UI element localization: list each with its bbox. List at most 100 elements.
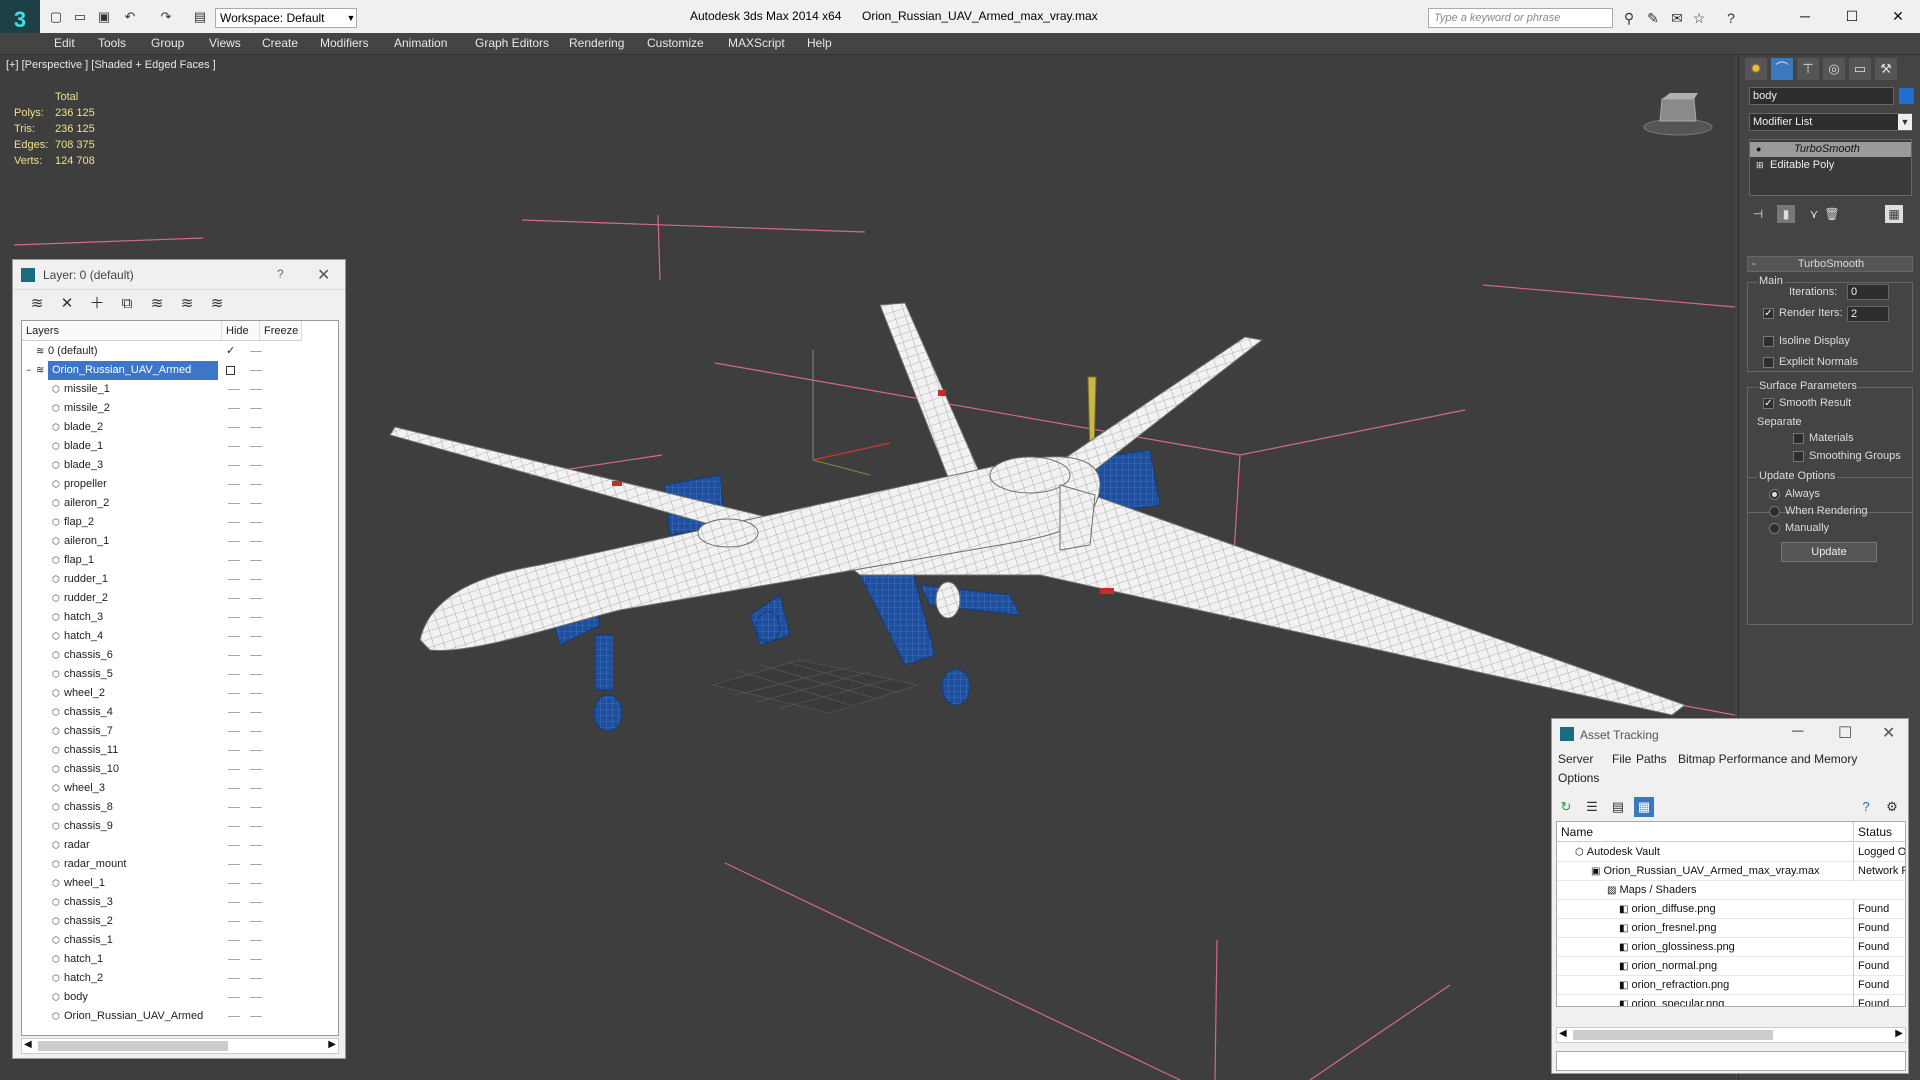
freeze-toggle[interactable]	[250, 788, 262, 789]
hide-toggle[interactable]	[228, 940, 240, 941]
workspace-dropdown[interactable]: Workspace: Default	[215, 8, 357, 28]
menu-customize[interactable]: Customize	[647, 36, 704, 50]
freeze-toggle[interactable]	[250, 883, 262, 884]
hide-toggle[interactable]	[228, 788, 240, 789]
hide-toggle[interactable]	[228, 978, 240, 979]
hide-toggle[interactable]	[228, 693, 240, 694]
layer-object-row[interactable]: ⬡ hatch_4	[22, 627, 338, 646]
turbosmooth-rollout-header[interactable]: - TurboSmooth	[1747, 256, 1913, 272]
freeze-toggle[interactable]	[250, 370, 262, 371]
open-file-icon[interactable]: ▭	[72, 9, 88, 25]
close-icon[interactable]: ✕	[317, 265, 330, 285]
menu-maxscript[interactable]: MAXScript	[728, 36, 785, 50]
hide-toggle[interactable]	[228, 389, 240, 390]
maximize-icon[interactable]: ☐	[1838, 723, 1852, 743]
asset-row[interactable]: ▨ Maps / Shaders	[1557, 881, 1905, 900]
help-icon[interactable]: ?	[277, 267, 284, 281]
asset-row[interactable]: ◧ orion_glossiness.png Found	[1557, 938, 1905, 957]
asset-row[interactable]: ▣ Orion_Russian_UAV_Armed_max_vray.max Net…	[1557, 862, 1905, 881]
menu-tools[interactable]: Tools	[98, 36, 126, 50]
viewport-label[interactable]: [+] [Perspective ] [Shaded + Edged Faces…	[6, 59, 216, 71]
freeze-toggle[interactable]	[250, 769, 262, 770]
menu-options[interactable]: Options	[1558, 771, 1599, 785]
layer-object-row[interactable]: ⬡ radar_mount	[22, 855, 338, 874]
make-unique-icon[interactable]: ⋎	[1805, 205, 1823, 223]
layer-object-row[interactable]: ⬡ wheel_1	[22, 874, 338, 893]
freeze-toggle[interactable]	[250, 921, 262, 922]
menu-edit[interactable]: Edit	[54, 36, 75, 50]
menu-bitmap-performance[interactable]: Bitmap Performance and Memory	[1678, 752, 1857, 766]
hide-toggle[interactable]	[228, 826, 240, 827]
hide-toggle[interactable]	[228, 750, 240, 751]
hide-toggle[interactable]	[228, 921, 240, 922]
hide-toggle[interactable]	[228, 408, 240, 409]
layer-object-row[interactable]: ⬡ chassis_9	[22, 817, 338, 836]
layer-row-selected[interactable]: − ≋ Orion_Russian_UAV_Armed	[22, 361, 338, 380]
modifier-stack[interactable]: ● TurboSmooth ⊞ Editable Poly	[1749, 139, 1912, 196]
menu-file[interactable]: File	[1612, 752, 1631, 766]
hide-toggle[interactable]	[228, 560, 240, 561]
scroll-right-icon[interactable]: ▶	[328, 1039, 336, 1050]
table-view-icon[interactable]: ▦	[1634, 797, 1654, 817]
motion-tab-icon[interactable]: ◎	[1823, 58, 1845, 80]
freeze-all-layers-icon[interactable]: ≋	[207, 294, 227, 314]
freeze-toggle[interactable]	[250, 997, 262, 998]
freeze-toggle[interactable]	[250, 712, 262, 713]
iterations-spinner[interactable]: 0	[1847, 284, 1889, 300]
save-file-icon[interactable]: ▣	[96, 9, 112, 25]
manually-radio[interactable]	[1769, 523, 1780, 534]
menu-rendering[interactable]: Rendering	[569, 36, 624, 50]
hide-toggle[interactable]	[228, 674, 240, 675]
asset-row[interactable]: ◧ orion_normal.png Found	[1557, 957, 1905, 976]
asset-row[interactable]: ◧ orion_refraction.png Found	[1557, 976, 1905, 995]
hide-toggle[interactable]	[228, 864, 240, 865]
scrollbar-thumb[interactable]	[1573, 1030, 1773, 1040]
object-color-swatch[interactable]	[1899, 88, 1914, 104]
freeze-toggle[interactable]	[250, 560, 262, 561]
layer-object-row[interactable]: ⬡ hatch_3	[22, 608, 338, 627]
remove-modifier-icon[interactable]: 🗑	[1823, 205, 1841, 223]
freeze-toggle[interactable]	[250, 522, 262, 523]
freeze-toggle[interactable]	[250, 408, 262, 409]
layer-object-row[interactable]: ⬡ wheel_2	[22, 684, 338, 703]
layer-object-row[interactable]: ⬡ hatch_1	[22, 950, 338, 969]
asset-row[interactable]: ⬡ Autodesk Vault Logged O	[1557, 843, 1905, 862]
hide-toggle[interactable]	[228, 579, 240, 580]
menu-modifiers[interactable]: Modifiers	[320, 36, 369, 50]
render-iters-checkbox[interactable]: ✓	[1763, 308, 1774, 319]
layer-object-row[interactable]: ⬡ aileron_1	[22, 532, 338, 551]
layer-object-row[interactable]: ⬡ missile_2	[22, 399, 338, 418]
close-button[interactable]: ✕	[1878, 4, 1918, 28]
select-in-layer-icon[interactable]: ⧉	[117, 294, 137, 314]
freeze-toggle[interactable]	[250, 617, 262, 618]
new-file-icon[interactable]: ▢	[48, 9, 64, 25]
display-tab-icon[interactable]: ▭	[1849, 58, 1871, 80]
update-button[interactable]: Update	[1781, 542, 1877, 562]
object-name-field[interactable]: body	[1749, 87, 1894, 105]
redo-icon[interactable]: ↷	[158, 9, 174, 25]
close-icon[interactable]: ✕	[1882, 723, 1895, 743]
hide-toggle[interactable]	[226, 366, 235, 375]
freeze-toggle[interactable]	[250, 693, 262, 694]
freeze-toggle[interactable]	[250, 351, 262, 352]
layer-object-row[interactable]: ⬡ body	[22, 988, 338, 1007]
column-layers[interactable]: Layers	[22, 321, 222, 341]
hide-all-layers-icon[interactable]: ≋	[177, 294, 197, 314]
minimize-icon[interactable]: ─	[1792, 723, 1803, 741]
hide-toggle[interactable]	[228, 731, 240, 732]
menu-group[interactable]: Group	[151, 36, 184, 50]
show-end-result-icon[interactable]: ▮	[1777, 205, 1795, 223]
layer-object-row[interactable]: ⬡ blade_3	[22, 456, 338, 475]
column-name[interactable]: Name	[1557, 822, 1853, 842]
hide-toggle[interactable]	[228, 655, 240, 656]
hide-toggle[interactable]	[228, 446, 240, 447]
layer-object-row[interactable]: ⬡ blade_2	[22, 418, 338, 437]
asset-row[interactable]: ◧ orion_fresnel.png Found	[1557, 919, 1905, 938]
layer-object-row[interactable]: ⬡ hatch_2	[22, 969, 338, 988]
freeze-toggle[interactable]	[250, 598, 262, 599]
layer-object-row[interactable]: ⬡ wheel_3	[22, 779, 338, 798]
freeze-toggle[interactable]	[250, 503, 262, 504]
favorites-star-icon[interactable]: ☆	[1690, 9, 1708, 27]
help-icon[interactable]: ?	[1722, 9, 1740, 27]
layer-object-row[interactable]: ⬡ chassis_7	[22, 722, 338, 741]
